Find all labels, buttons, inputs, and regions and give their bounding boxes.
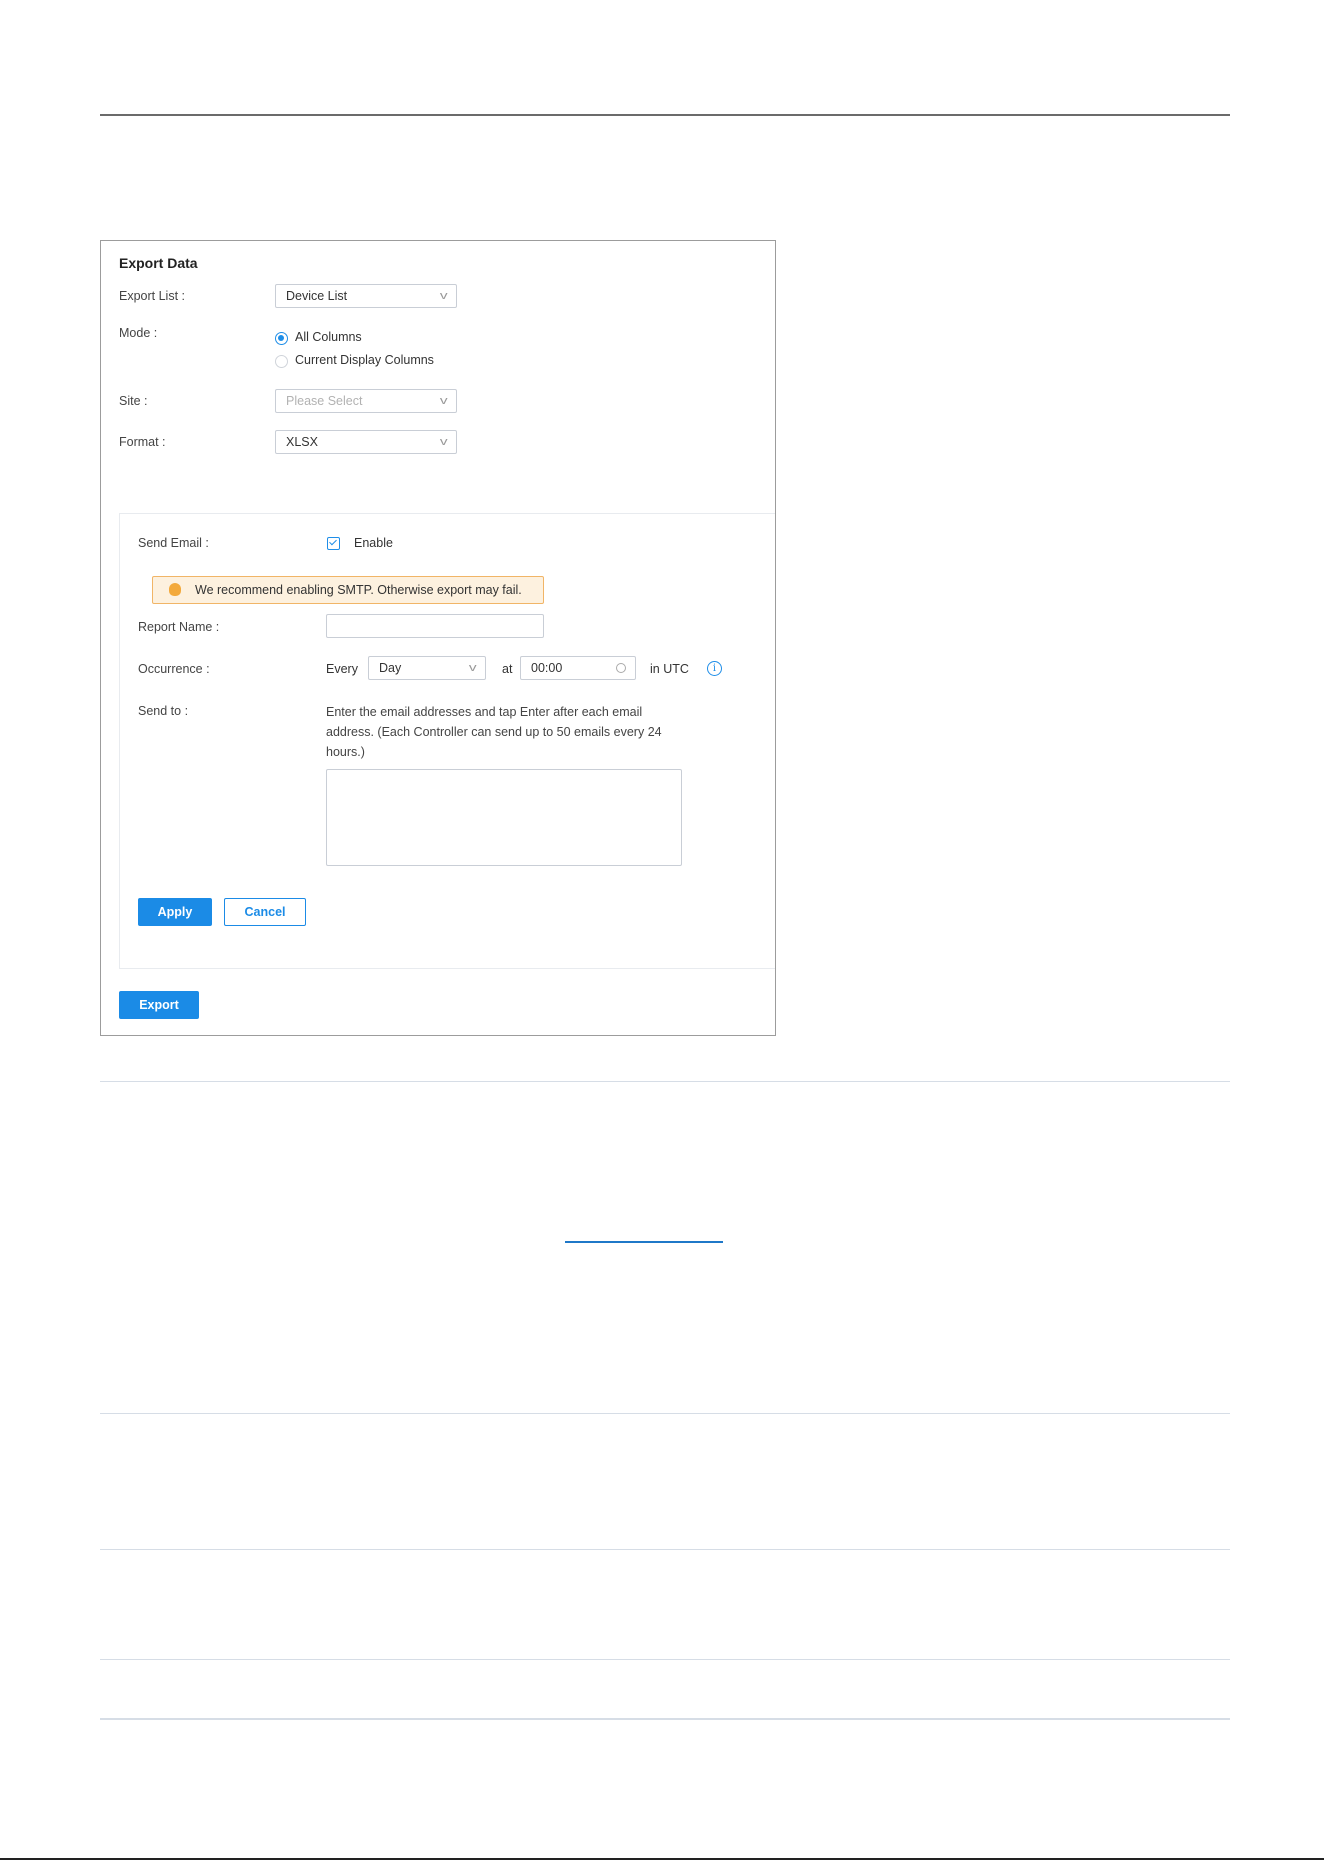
chevron-down-icon: v [439, 436, 448, 448]
chevron-down-icon: v [439, 290, 448, 302]
enable-checkbox[interactable] [327, 537, 340, 550]
section-divider [100, 1413, 1230, 1414]
send-to-label: Send to : [138, 704, 189, 718]
radio-all-columns-label: All Columns [295, 330, 362, 344]
mode-label: Mode : [119, 326, 158, 340]
site-label: Site : [119, 394, 148, 408]
radio-current-display-columns[interactable] [275, 355, 288, 368]
send-to-textarea[interactable] [326, 769, 682, 866]
radio-current-display-columns-label: Current Display Columns [295, 353, 434, 367]
cancel-button[interactable]: Cancel [224, 898, 306, 926]
export-list-value: Device List [286, 289, 348, 303]
export-list-select[interactable]: Device List v [275, 284, 457, 308]
page-header-rule [100, 114, 1230, 116]
frequency-select[interactable]: Day v [368, 656, 486, 680]
site-placeholder: Please Select [286, 394, 363, 408]
apply-button[interactable]: Apply [138, 898, 212, 926]
send-to-help-text: Enter the email addresses and tap Enter … [326, 705, 662, 759]
smtp-warning-banner: We recommend enabling SMTP. Otherwise ex… [152, 576, 544, 604]
format-value: XLSX [286, 435, 318, 449]
at-label: at [502, 662, 513, 676]
timezone-label: in UTC [650, 662, 689, 676]
every-label: Every [326, 662, 358, 676]
enable-label: Enable [354, 536, 393, 550]
panel-title: Export Data [119, 255, 198, 271]
section-divider [100, 1659, 1230, 1660]
section-divider [100, 1549, 1230, 1550]
radio-all-columns[interactable] [275, 332, 288, 345]
time-value: 00:00 [531, 661, 563, 675]
frequency-value: Day [379, 661, 402, 675]
occurrence-label: Occurrence : [138, 662, 210, 676]
export-data-panel: Export Data Export List : Device List v … [100, 240, 776, 1036]
format-label: Format : [119, 435, 166, 449]
send-email-label: Send Email : [138, 536, 209, 550]
section-divider [100, 1081, 1230, 1082]
chevron-down-icon: v [439, 395, 448, 407]
format-select[interactable]: XLSX v [275, 430, 457, 454]
clock-icon [616, 663, 626, 673]
link-underline[interactable] [565, 1241, 723, 1243]
site-select[interactable]: Please Select v [275, 389, 457, 413]
time-picker[interactable]: 00:00 [520, 656, 636, 680]
export-list-label: Export List : [119, 289, 185, 303]
lightbulb-icon [169, 583, 181, 596]
export-button[interactable]: Export [119, 991, 199, 1019]
report-name-label: Report Name : [138, 620, 220, 634]
send-email-section: Send Email : Enable We recommend enablin… [119, 513, 775, 969]
smtp-warning-text: We recommend enabling SMTP. Otherwise ex… [195, 583, 522, 597]
chevron-down-icon: v [468, 662, 477, 674]
info-icon[interactable]: i [707, 661, 722, 676]
section-divider [100, 1718, 1230, 1720]
report-name-input[interactable] [326, 614, 544, 638]
page-footer-rule [0, 1858, 1324, 1860]
